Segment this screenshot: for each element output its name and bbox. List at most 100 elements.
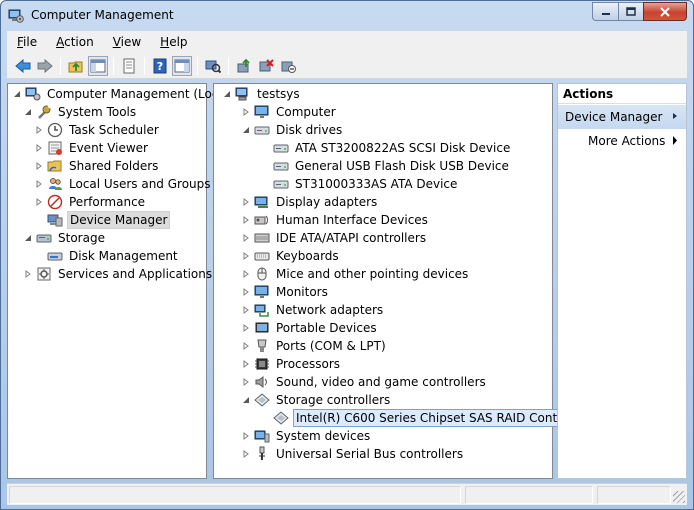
device-tree-item-portable-devices[interactable]: Portable Devices	[241, 319, 379, 337]
device-tree-item-ports-com-lpt[interactable]: Ports (COM & LPT)	[241, 337, 388, 355]
device-tree-item-ide-ata-atapi-controllers[interactable]: IDE ATA/ATAPI controllers	[241, 229, 428, 247]
close-button[interactable]	[643, 2, 687, 21]
device-tree-item-monitors[interactable]: Monitors	[241, 283, 330, 301]
back-button[interactable]	[13, 56, 33, 76]
device-tree-item-ata-st3200822as-scsi-disk-device[interactable]: ATA ST3200822AS SCSI Disk Device	[260, 139, 512, 157]
menu-action[interactable]: Action	[46, 35, 103, 49]
console-tree-pane[interactable]: Computer Management (Local) System Tools T…	[7, 83, 234, 479]
collapsed-arrow-icon[interactable]	[34, 180, 43, 189]
console-tree-item-storage[interactable]: Storage	[23, 229, 107, 247]
shared-folder-icon	[47, 160, 62, 172]
expanded-arrow-icon[interactable]	[23, 108, 32, 117]
menu-help[interactable]: Help	[150, 35, 196, 49]
collapsed-arrow-icon[interactable]	[241, 198, 250, 207]
console-tree-item-performance[interactable]: Performance	[34, 193, 147, 211]
console-tree-item-shared-folders[interactable]: Shared Folders	[34, 157, 160, 175]
device-tree-item-disk-drives[interactable]: Disk drives	[241, 121, 344, 139]
minimize-button[interactable]	[592, 2, 618, 21]
console-tree-item-task-scheduler[interactable]: Task Scheduler	[34, 121, 161, 139]
console-tree-item-disk-management[interactable]: Disk Management	[34, 247, 180, 265]
help-icon: ?	[153, 58, 167, 74]
device-tree-item-display-adapters[interactable]: Display adapters	[241, 193, 379, 211]
device-tree-item-general-usb-flash-disk-usb-device[interactable]: General USB Flash Disk USB Device	[260, 157, 511, 175]
console-tree-item-event-viewer[interactable]: Event Viewer	[34, 139, 150, 157]
more-actions-item[interactable]: More Actions	[588, 134, 665, 148]
disable-button[interactable]	[278, 56, 298, 76]
device-tree-item-st31000333as-ata-device[interactable]: ST31000333AS ATA Device	[260, 175, 459, 193]
device-tree-item-processors[interactable]: Processors	[241, 355, 342, 373]
expanded-arrow-icon[interactable]	[241, 396, 250, 405]
maximize-button[interactable]	[618, 2, 643, 21]
console-tree-item-computer-management-local[interactable]: Computer Management (Local)	[12, 85, 236, 103]
mouse-icon	[257, 267, 267, 281]
update-driver-button[interactable]	[234, 56, 254, 76]
device-tree-item-intel-r-c600-series-chipset-sas-raid-controller[interactable]: Intel(R) C600 Series Chipset SAS RAID Co…	[260, 409, 592, 427]
status-bar	[7, 483, 687, 505]
actions-section-label: Device Manager	[565, 110, 663, 124]
show-hide-console-tree-button[interactable]	[88, 56, 108, 76]
device-tree-item-human-interface-devices[interactable]: Human Interface Devices	[241, 211, 430, 229]
show-hide-action-pane-icon	[174, 59, 190, 73]
collapsed-arrow-icon[interactable]	[241, 342, 250, 351]
tree-item-label: Monitors	[276, 285, 328, 299]
port-icon	[257, 339, 267, 352]
device-tree-item-network-adapters[interactable]: Network adapters	[241, 301, 385, 319]
device-tree-item-storage-controllers[interactable]: Storage controllers	[241, 391, 392, 409]
monitor-icon	[254, 105, 269, 118]
tree-item-label: Processors	[276, 357, 341, 371]
title-bar[interactable]: Computer Management	[1, 1, 693, 31]
tree-item-label: Display adapters	[276, 195, 378, 209]
console-tree-item-system-tools[interactable]: System Tools	[23, 103, 138, 121]
collapsed-arrow-icon[interactable]	[241, 450, 250, 459]
collapsed-arrow-icon[interactable]	[241, 324, 250, 333]
menu-file[interactable]: File	[7, 35, 46, 49]
collapsed-arrow-icon[interactable]	[241, 288, 250, 297]
expanded-arrow-icon[interactable]	[12, 90, 21, 99]
expanded-arrow-icon[interactable]	[222, 90, 231, 99]
device-tree-item-sound-video-and-game-controllers[interactable]: Sound, video and game controllers	[241, 373, 488, 391]
collapsed-arrow-icon[interactable]	[34, 126, 43, 135]
actions-section-device-manager[interactable]: Device Manager	[558, 105, 686, 129]
scan-hardware-button[interactable]	[203, 56, 223, 76]
device-tree-pane[interactable]: testsys Computer Disk drives ATA ST3200822A…	[213, 83, 592, 479]
collapsed-arrow-icon[interactable]	[241, 432, 250, 441]
collapsed-arrow-icon[interactable]	[241, 270, 250, 279]
computer-management-icon	[25, 87, 41, 101]
toolbar-separator	[144, 57, 145, 75]
console-tree-item-services-and-applications[interactable]: Services and Applications	[23, 265, 214, 283]
collapsed-arrow-icon[interactable]	[34, 198, 43, 207]
collapsed-arrow-icon[interactable]	[241, 234, 250, 243]
collapsed-arrow-icon[interactable]	[241, 306, 250, 315]
console-tree-item-device-manager[interactable]: Device Manager	[34, 211, 171, 229]
device-tree-item-keyboards[interactable]: Keyboards	[241, 247, 341, 265]
uninstall-button[interactable]	[256, 56, 276, 76]
collapsed-arrow-icon[interactable]	[241, 252, 250, 261]
expanded-arrow-icon[interactable]	[241, 126, 250, 135]
help-button[interactable]: ?	[150, 56, 170, 76]
device-tree-item-computer[interactable]: Computer	[241, 103, 338, 121]
collapsed-arrow-icon[interactable]	[241, 216, 250, 225]
minimize-icon	[601, 12, 610, 15]
console-tree-item-local-users-and-groups[interactable]: Local Users and Groups	[34, 175, 213, 193]
device-tree-item-universal-serial-bus-controllers[interactable]: Universal Serial Bus controllers	[241, 445, 465, 463]
expanded-arrow-icon[interactable]	[23, 234, 32, 243]
device-tree-item-mice-and-other-pointing-devices[interactable]: Mice and other pointing devices	[241, 265, 470, 283]
forward-button[interactable]	[35, 56, 55, 76]
tree-item-label: Shared Folders	[69, 159, 159, 173]
collapsed-arrow-icon[interactable]	[34, 162, 43, 171]
device-tree-item-system-devices[interactable]: System devices	[241, 427, 372, 445]
collapsed-arrow-icon[interactable]	[241, 360, 250, 369]
resize-grip[interactable]	[673, 491, 685, 503]
collapsed-arrow-icon[interactable]	[241, 378, 250, 387]
up-one-level-button[interactable]	[66, 56, 86, 76]
collapse-section-icon	[673, 113, 677, 119]
properties-button[interactable]	[119, 56, 139, 76]
collapsed-arrow-icon[interactable]	[241, 108, 250, 117]
hid-icon	[254, 215, 268, 225]
collapsed-arrow-icon[interactable]	[34, 144, 43, 153]
device-tree-item-testsys[interactable]: testsys	[222, 85, 302, 103]
collapsed-arrow-icon[interactable]	[23, 270, 32, 279]
show-hide-action-pane-button[interactable]	[172, 56, 192, 76]
menu-view[interactable]: View	[103, 35, 150, 49]
